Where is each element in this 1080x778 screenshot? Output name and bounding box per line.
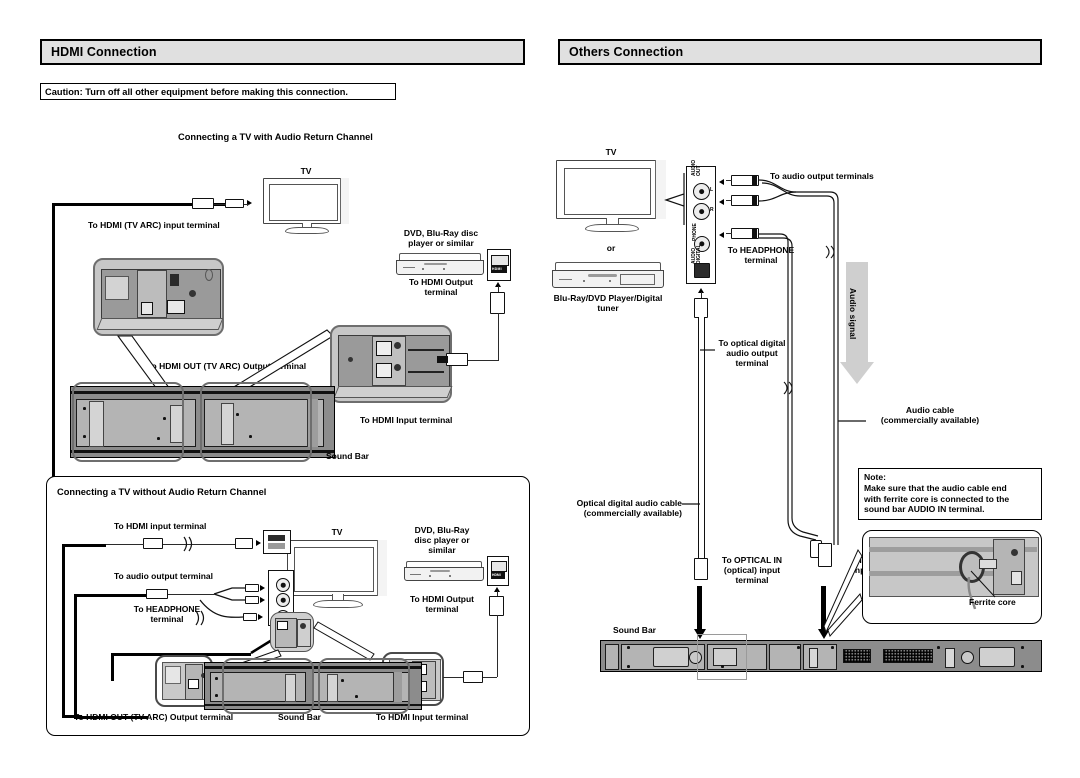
mid-wire-v-b [111,653,114,681]
label-hdmi-output-a: To HDMI Output terminal [408,277,474,298]
section-title-left: HDMI Connection [51,45,157,59]
highlight-frame-a1 [72,382,184,462]
hdmi-cable-plug-a2 [446,353,468,366]
section-header-hdmi-connection: HDMI Connection [40,39,525,65]
callout-ferrite-core: Ferrite core [862,530,1042,624]
or-label: or [606,243,616,253]
hdmi-plug-b2 [235,538,253,549]
hdmi-plug-a2 [225,199,244,208]
label-hdmi-out-tv-arc-output-a: To HDMI OUT (TV ARC) Output terminal [147,361,307,371]
hdmi-cable-plug-b [489,596,504,616]
highlight-frame-a2 [200,382,312,462]
rca-plug-b1 [245,584,259,592]
soundbar-illustration-right [600,640,1042,672]
highlight-frame-soundbar-right [697,634,747,680]
label-hdmi-input-terminal-b: To HDMI input terminal [114,521,207,531]
audio-plug-b [146,589,168,599]
label-soundbar-b: Sound Bar [278,712,321,722]
label-headphone-terminal-b: To HEADPHONE terminal [133,604,201,625]
tv-label-b: TV [331,527,343,537]
tv-label-a: TV [300,166,312,176]
highlight-frame-b1 [222,658,314,714]
diagram-b-title: Connecting a TV without Audio Return Cha… [57,487,267,497]
label-hdmi-tv-arc-input: To HDMI (TV ARC) input terminal [88,220,220,230]
tv-illustration-a [263,178,349,234]
tv-illustration-right [556,160,666,232]
hdmi-cable-b-left [62,544,106,547]
label-audio-cable: Audio cable (commercially available) [880,405,980,426]
label-ferrite-core: Ferrite core [969,597,1016,607]
tv-label-right: TV [605,147,617,157]
label-player-a: DVD, Blu-Ray disc player or similar [403,228,479,249]
headphone-plug-b [243,613,257,621]
jack-label-audio-out: AUDIO OUT [691,159,703,176]
hdmi-port-block-a: HDMI [487,249,511,281]
hdmi-plug-b1 [143,538,163,549]
manual-page: HDMI Connection Others Connection Cautio… [0,0,1080,778]
audio-signal-arrow: Audio signal [840,262,874,384]
hdmi-port-tag-b: HDMI [492,573,501,577]
label-player-b: DVD, Blu-Ray disc player or similar [414,525,470,556]
label-hdmi-out-tv-arc-output-b: To HDMI OUT (TV ARC) Output terminal [74,712,234,722]
section-header-others-connection: Others Connection [558,39,1042,65]
label-optical-digital-audio-cable: Optical digital audio cable (commerciall… [576,498,682,519]
disc-player-a [396,253,484,275]
tv-illustration-b [287,540,387,608]
label-hdmi-input-a: To HDMI Input terminal [360,415,453,425]
tv-hdmi-port-b [263,530,291,554]
hdmi-port-tag-a: HDMI [492,267,502,271]
label-soundbar-right: Sound Bar [613,625,656,635]
label-soundbar-a: Sound Bar [326,451,369,461]
audio-signal-label: Audio signal [848,288,857,340]
label-audio-output-terminals: To audio output terminals [770,171,874,181]
hdmi-plug-b-right [463,671,483,683]
callout-soundbar-port-b [270,612,314,652]
label-player-right: Blu-Ray/DVD Player/Digital tuner [553,293,663,314]
disc-player-b [404,561,484,581]
note-body: Make sure that the audio cable end with … [864,482,1010,515]
return-wire-vertical-b [74,594,77,719]
label-headphone-terminal-right: To HEADPHONE terminal [727,245,795,266]
optical-cable [698,317,705,560]
rca-plug-b2 [245,596,259,604]
tv-jack-panel-right: AUDIO OUT L R PHONE AUDIO DIGITAL [686,160,716,284]
label-hdmi-output-b: To HDMI Output terminal [409,594,475,615]
label-hdmi-input-b: To HDMI Input terminal [376,712,469,722]
jack-label-audio-digital: AUDIO DIGITAL [691,244,703,264]
diagram-a-title: Connecting a TV with Audio Return Channe… [178,132,373,142]
disc-player-right [552,262,664,288]
note-box: Note: Make sure that the audio cable end… [858,468,1042,520]
label-optical-digital-audio-output: To optical digital audio output terminal [718,338,786,369]
hdmi-wire-vertical-b [62,544,65,717]
hdmi-cable-plug-a [490,292,505,314]
jack-label-l: L [710,187,714,193]
optical-plug-top [694,298,708,318]
audio-plug-bottom [818,543,832,567]
hdmi-plug-a1 [192,198,214,209]
callout-hdmi-out-zoom [93,258,224,336]
note-heading: Note: [864,472,886,482]
callout-hdmi-in-zoom [330,325,453,403]
jack-label-r: R [710,207,714,213]
hdmi-port-block-b: HDMI [487,556,509,586]
audio-cable-b [74,594,146,597]
caution-text: Caution: Turn off all other equipment be… [45,86,349,97]
label-optical-in: To OPTICAL IN (optical) input terminal [721,555,783,586]
highlight-frame-b2 [318,658,410,714]
caution-box: Caution: Turn off all other equipment be… [40,83,396,100]
label-audio-output-terminal-b: To audio output terminal [114,571,213,581]
section-title-right: Others Connection [569,45,684,59]
